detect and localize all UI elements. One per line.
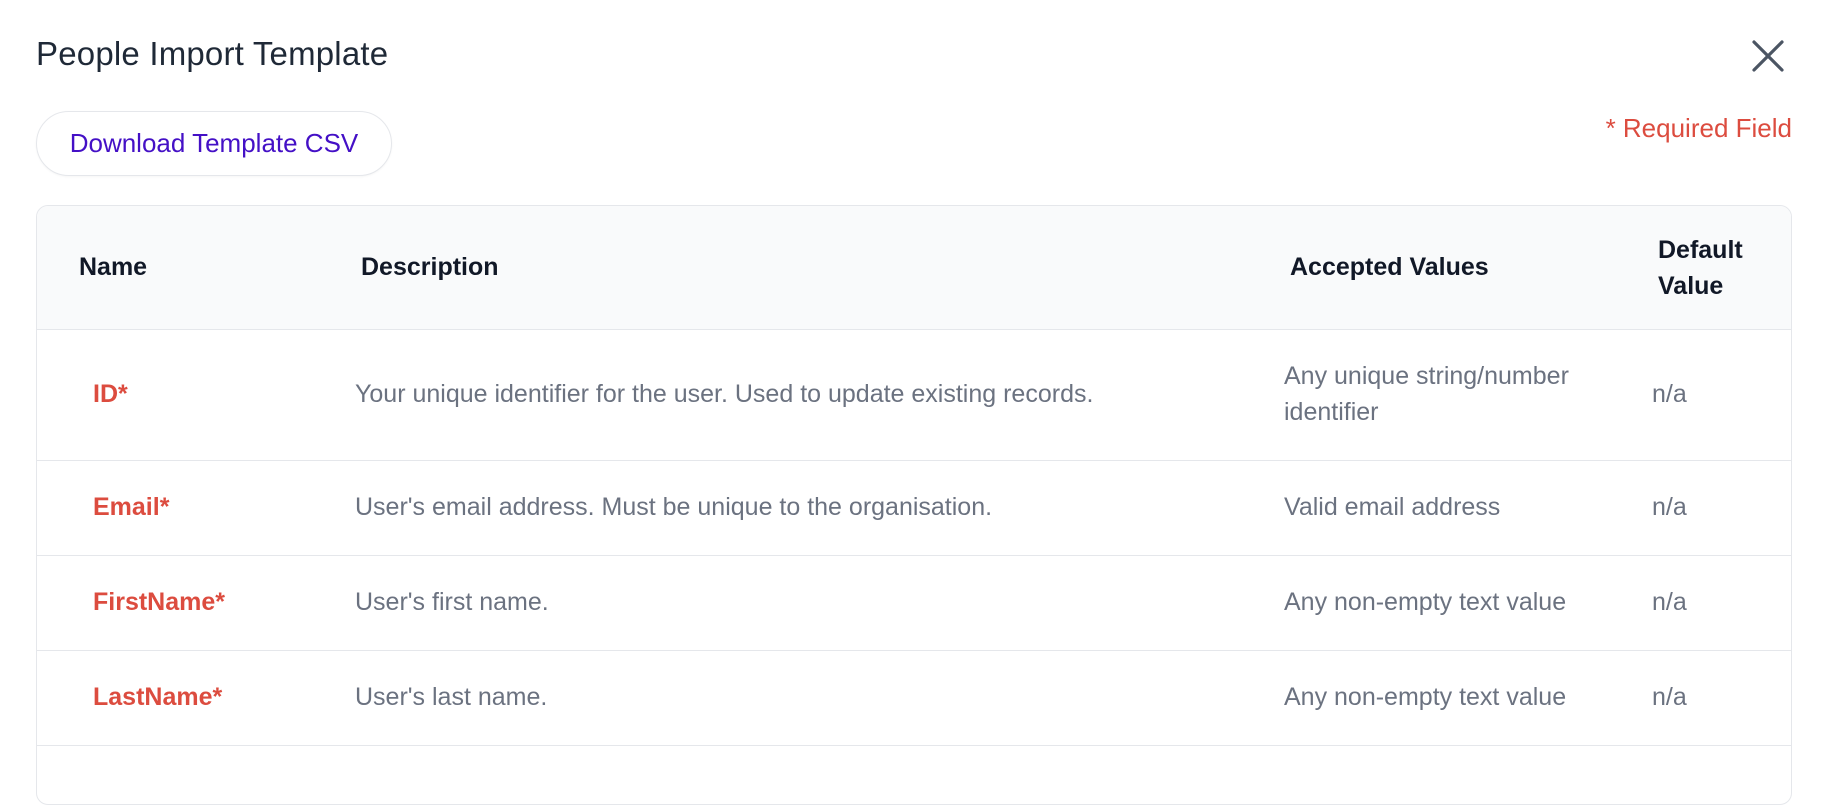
- close-icon: [1752, 40, 1784, 72]
- field-name: Email*: [93, 493, 170, 521]
- table-row: Email* User's email address. Must be uni…: [37, 461, 1791, 556]
- table-row: FirstName* User's first name. Any non-em…: [37, 556, 1791, 651]
- field-name: FirstName*: [93, 588, 225, 616]
- field-description: User's first name.: [355, 588, 549, 616]
- field-accepted-values: Any non-empty text value: [1284, 588, 1567, 616]
- modal-title: People Import Template: [36, 35, 389, 72]
- field-accepted-values: Valid email address: [1284, 493, 1501, 521]
- field-default-value: n/a: [1652, 493, 1687, 521]
- field-default-value: n/a: [1652, 380, 1687, 408]
- field-accepted-values: Any unique string/number identifier: [1284, 362, 1569, 426]
- field-description: User's email address. Must be unique to …: [355, 493, 993, 521]
- table-row: ID* Your unique identifier for the user.…: [37, 330, 1791, 461]
- download-template-csv-button[interactable]: Download Template CSV: [36, 111, 392, 176]
- close-button[interactable]: [1748, 36, 1788, 76]
- table-row: LastName* User's last name. Any non-empt…: [37, 651, 1791, 746]
- field-accepted-values: Any non-empty text value: [1284, 683, 1567, 711]
- import-template-modal: People Import Template Download Template…: [0, 0, 1826, 805]
- field-description: Your unique identifier for the user. Use…: [355, 380, 1094, 408]
- field-default-value: n/a: [1652, 588, 1687, 616]
- header-name: Name: [79, 253, 148, 281]
- field-name: LastName*: [93, 683, 223, 711]
- template-fields-table: Name Description Accepted Values Default…: [36, 205, 1792, 805]
- table-header: Name Description Accepted Values Default…: [37, 206, 1791, 330]
- field-name: ID*: [93, 380, 128, 408]
- field-default-value: n/a: [1652, 683, 1687, 711]
- header-default-value: Default Value: [1658, 236, 1743, 300]
- header-accepted-values: Accepted Values: [1290, 253, 1489, 281]
- header-description: Description: [361, 253, 499, 281]
- field-description: User's last name.: [355, 683, 548, 711]
- required-field-note: * Required Field: [1605, 113, 1792, 143]
